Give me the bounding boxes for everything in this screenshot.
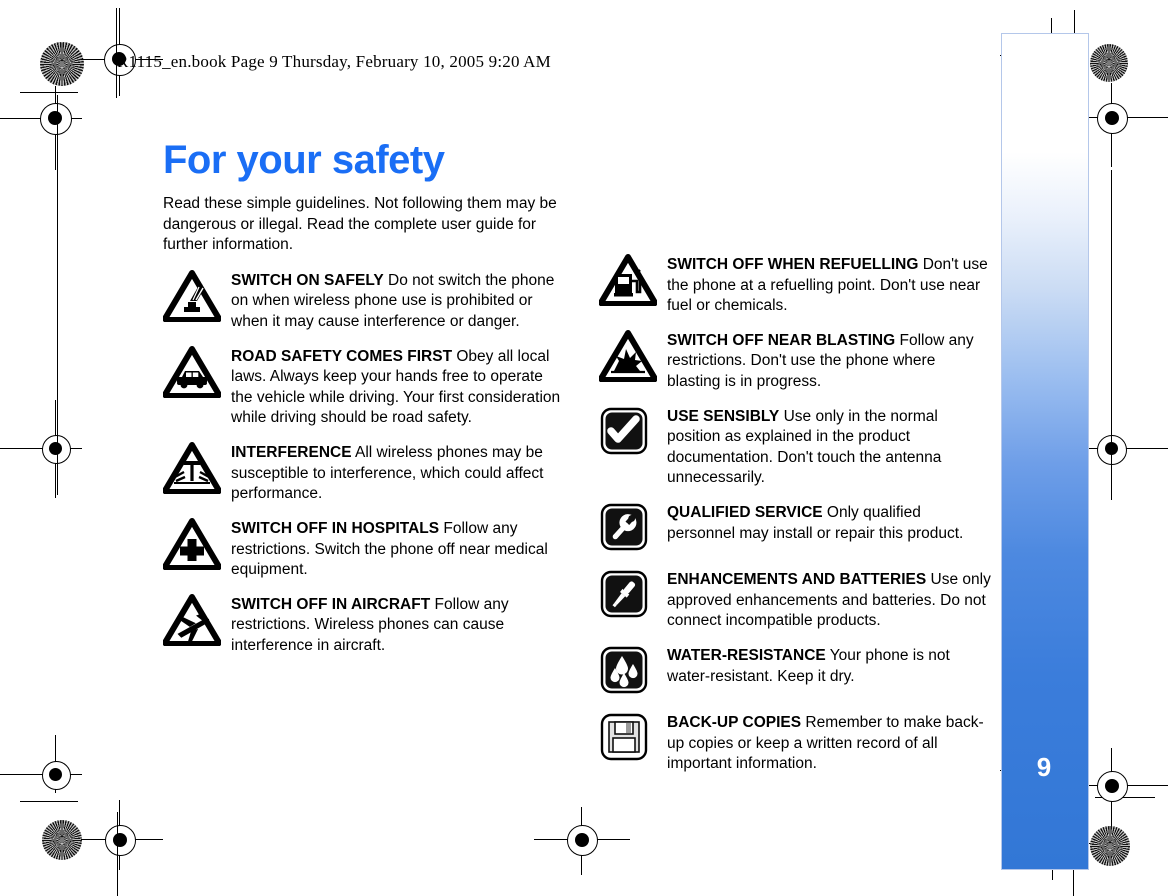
crop-line-bottom-left-vertical <box>117 812 119 896</box>
floppy-disk-icon <box>599 712 657 766</box>
safety-item-text: ROAD SAFETY COMES FIRST Obey all local l… <box>231 346 563 429</box>
registration-starburst-bottom-right <box>1090 826 1130 866</box>
safety-item: SWITCH ON SAFELY Do not switch the phone… <box>163 269 563 333</box>
switch-on-safely-icon <box>163 269 221 324</box>
car-icon <box>163 345 221 400</box>
safety-item-text: USE SENSIBLY Use only in the normal posi… <box>667 406 993 489</box>
safety-item-heading: USE SENSIBLY <box>667 407 780 425</box>
safety-item-heading: INTERFERENCE <box>231 444 352 462</box>
safety-item-heading: SWITCH OFF IN AIRCRAFT <box>231 595 431 613</box>
registration-crosshair-right-middle <box>1077 406 1168 490</box>
checkmark-icon <box>599 406 657 460</box>
two-column-layout: Read these simple guidelines. Not follow… <box>163 194 993 788</box>
safety-item-heading: BACK-UP COPIES <box>667 713 802 731</box>
page-number: 9 <box>1036 752 1052 782</box>
safety-item: USE SENSIBLY Use only in the normal posi… <box>599 406 993 489</box>
safety-item-text: BACK-UP COPIES Remember to make back-up … <box>667 712 993 775</box>
fuel-pump-icon <box>599 254 657 308</box>
safety-item-heading: SWITCH OFF NEAR BLASTING <box>667 331 896 349</box>
safety-item-heading: SWITCH OFF WHEN REFUELLING <box>667 256 919 273</box>
safety-item-text: INTERFERENCE All wireless phones may be … <box>231 442 563 505</box>
safety-item-heading: WATER-RESISTANCE <box>667 646 826 664</box>
safety-item-heading: ROAD SAFETY COMES FIRST <box>231 347 453 365</box>
registration-crosshair-right-upper <box>1077 83 1168 167</box>
page-title: For your safety <box>163 138 445 182</box>
safety-item-text: WATER-RESISTANCE Your phone is not water… <box>667 645 993 687</box>
safety-item-text: SWITCH OFF NEAR BLASTING Follow any rest… <box>667 330 993 393</box>
safety-item: ROAD SAFETY COMES FIRST Obey all local l… <box>163 345 563 429</box>
right-column: SWITCH OFF WHEN REFUELLING Don't use the… <box>599 194 993 788</box>
registration-starburst-bottom-left <box>42 820 82 860</box>
safety-item-text: ENHANCEMENTS AND BATTERIES Use only appr… <box>667 569 993 632</box>
safety-item-heading: QUALIFIED SERVICE <box>667 504 823 522</box>
safety-item-text: SWITCH OFF IN HOSPITALS Follow any restr… <box>231 518 563 581</box>
interference-antenna-icon <box>163 442 221 496</box>
page-content: For your safety Read these simple guidel… <box>163 140 993 788</box>
safety-item: SWITCH OFF WHEN REFUELLING Don't use the… <box>599 254 993 317</box>
safety-item-heading: SWITCH OFF IN HOSPITALS <box>231 519 440 537</box>
crop-line-bottom-right-horizontal <box>1095 797 1155 799</box>
blasting-explosion-icon <box>599 329 657 384</box>
crop-line-bottom-left-horizontal <box>20 801 78 803</box>
safety-item-text: QUALIFIED SERVICE Only qualified personn… <box>667 502 993 544</box>
book-file-header: R1115_en.book Page 9 Thursday, February … <box>117 52 551 71</box>
safety-item: ENHANCEMENTS AND BATTERIES Use only appr… <box>599 569 993 632</box>
registration-crosshair-bottom-right-outer <box>1077 748 1168 830</box>
safety-item: BACK-UP COPIES Remember to make back-up … <box>599 712 993 775</box>
safety-item: SWITCH OFF IN AIRCRAFT Follow any restri… <box>163 593 563 657</box>
registration-starburst-top-left <box>40 42 84 86</box>
safety-item: QUALIFIED SERVICE Only qualified personn… <box>599 502 993 556</box>
registration-crosshair-bottom-left <box>0 735 92 810</box>
safety-item-heading: ENHANCEMENTS AND BATTERIES <box>667 571 927 589</box>
crop-line-left-edge <box>57 95 59 495</box>
safety-item-text: SWITCH ON SAFELY Do not switch the phone… <box>231 270 563 333</box>
intro-paragraph: Read these simple guidelines. Not follow… <box>163 195 557 254</box>
left-column: Read these simple guidelines. Not follow… <box>163 194 563 788</box>
registration-crosshair-bottom-left-2 <box>81 800 163 882</box>
registration-crosshair-bottom-center <box>534 807 630 882</box>
registration-starburst-top-right <box>1090 44 1128 82</box>
safety-item: SWITCH OFF NEAR BLASTING Follow any rest… <box>599 329 993 393</box>
wrench-icon <box>599 502 657 556</box>
crop-line-right-edge <box>1111 170 1113 500</box>
safety-item: INTERFERENCE All wireless phones may be … <box>163 442 563 505</box>
safety-item: WATER-RESISTANCE Your phone is not water… <box>599 645 993 699</box>
safety-item-heading: SWITCH ON SAFELY <box>231 271 384 289</box>
hospital-cross-icon <box>163 517 221 572</box>
page-edge-tab <box>1001 33 1089 870</box>
aircraft-icon <box>163 593 221 648</box>
crop-line-top-left-horizontal <box>20 92 78 94</box>
safety-item: SWITCH OFF IN HOSPITALS Follow any restr… <box>163 517 563 581</box>
safety-item-text: SWITCH OFF WHEN REFUELLING Don't use the… <box>667 254 993 317</box>
screwdriver-icon <box>599 569 657 623</box>
safety-item-text: SWITCH OFF IN AIRCRAFT Follow any restri… <box>231 594 563 657</box>
water-drops-icon <box>599 645 657 699</box>
